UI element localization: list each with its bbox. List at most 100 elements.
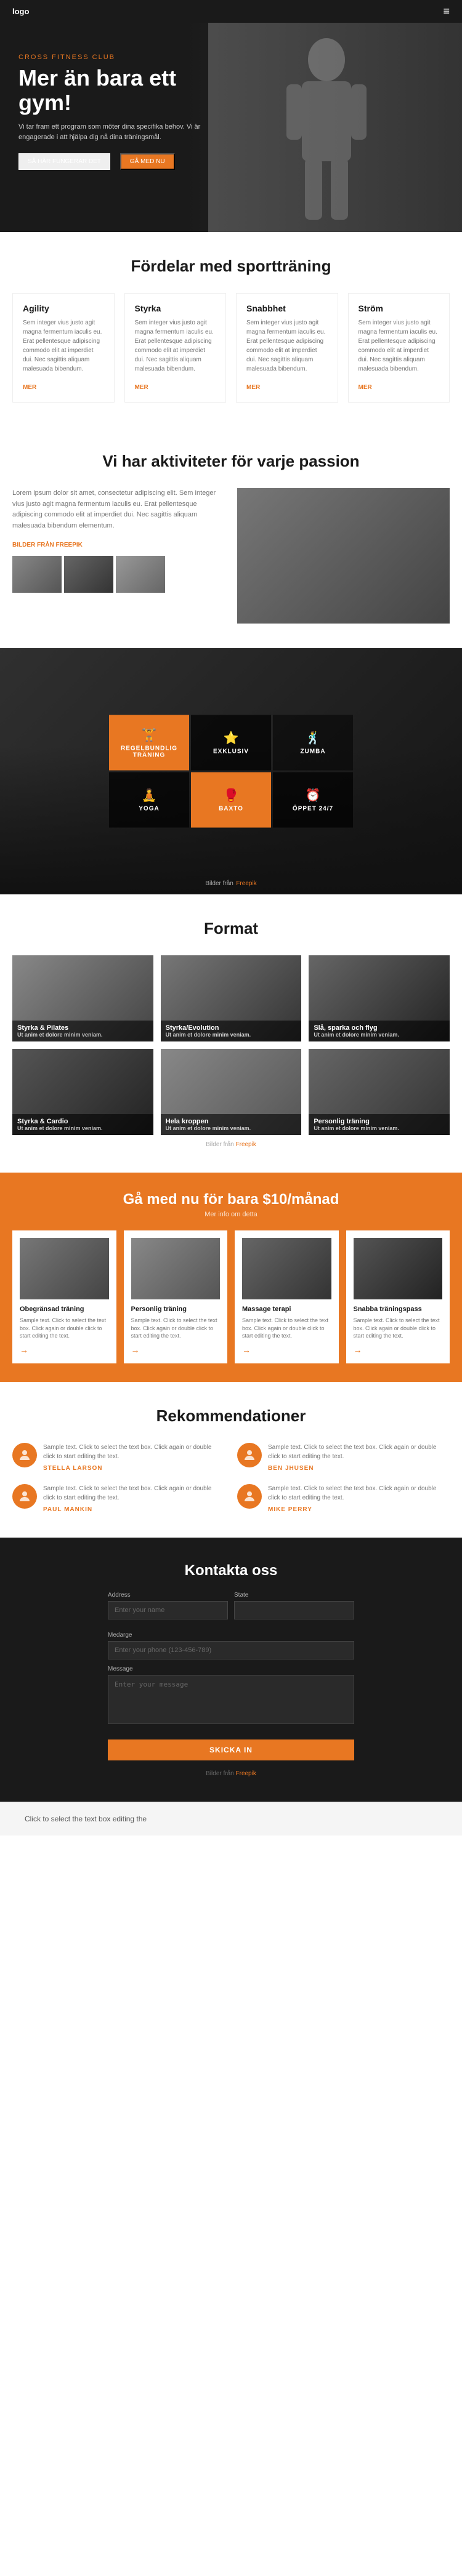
format-label-3: Styrka & Cardio Ut anim et dolore minim … xyxy=(12,1114,153,1135)
rec-item-3: Sample text. Click to select the text bo… xyxy=(237,1484,450,1513)
class-icon-0: 🏋️ xyxy=(142,727,157,742)
activities-section: Vi har aktiviteter för varje passion Lor… xyxy=(0,427,462,648)
format-card-1[interactable]: Styrka/Evolution Ut anim et dolore minim… xyxy=(161,955,302,1041)
nav-logo[interactable]: logo xyxy=(12,7,29,16)
state-label: State xyxy=(234,1592,354,1599)
benefit-link-2[interactable]: MER xyxy=(246,384,260,391)
activity-main-image xyxy=(237,488,450,624)
activities-link[interactable]: Bilder från Freepik xyxy=(12,542,83,548)
join-arrow-2[interactable]: → xyxy=(242,1345,251,1355)
classes-caption-text: Bilder från xyxy=(205,880,233,887)
nav-menu-icon[interactable]: ≡ xyxy=(443,5,450,18)
form-group-state: State xyxy=(234,1592,354,1619)
format-section: Format Styrka & Pilates Ut anim et dolor… xyxy=(0,894,462,1173)
benefits-grid: Agility Sem integer vius justo agit magn… xyxy=(12,293,450,403)
hero-outline-button[interactable]: SÅ HÄR FUNGERAR DET xyxy=(18,153,110,170)
rec-item-2: Sample text. Click to select the text bo… xyxy=(12,1484,225,1513)
benefit-link-0[interactable]: MER xyxy=(23,384,36,391)
address-input[interactable] xyxy=(108,1601,228,1619)
class-card-5[interactable]: ⏰ ÖPPET 24/7 xyxy=(273,772,353,828)
activity-img-2 xyxy=(64,556,113,593)
classes-caption: Bilder från Freepik xyxy=(0,877,462,888)
format-image-1: Styrka/Evolution Ut anim et dolore minim… xyxy=(161,955,302,1041)
format-card-5[interactable]: Personlig träning Ut anim et dolore mini… xyxy=(309,1049,450,1135)
phone-input[interactable] xyxy=(108,1641,354,1659)
format-card-4[interactable]: Hela kroppen Ut anim et dolore minim ven… xyxy=(161,1049,302,1135)
benefit-card-strom: Ström Sem integer vius justo agit magna … xyxy=(348,293,450,403)
recommendations-section: Rekommendationer Sample text. Click to s… xyxy=(0,1382,462,1538)
format-image-0: Styrka & Pilates Ut anim et dolore minim… xyxy=(12,955,153,1041)
class-label-2: ZUMBA xyxy=(300,748,325,755)
navbar: logo ≡ xyxy=(0,0,462,23)
class-icon-2: 🕺 xyxy=(306,731,321,746)
format-title: Format xyxy=(12,919,450,938)
format-image-2: Slå, sparka och flyg Ut anim et dolore m… xyxy=(309,955,450,1041)
join-image-3 xyxy=(354,1238,443,1299)
contact-caption: Bilder från Freepik xyxy=(12,1770,450,1777)
benefit-title-1: Styrka xyxy=(135,303,216,313)
join-arrow-3[interactable]: → xyxy=(354,1345,362,1355)
class-card-1[interactable]: ⭐ EXKLUSIV xyxy=(191,715,271,771)
hero-buttons: SÅ HÄR FUNGERAR DET GÅ MED NU xyxy=(18,153,203,170)
class-card-3[interactable]: 🧘 YOGA xyxy=(109,772,189,828)
state-input[interactable] xyxy=(234,1601,354,1619)
activities-right xyxy=(237,488,450,624)
format-grid: Styrka & Pilates Ut anim et dolore minim… xyxy=(12,955,450,1135)
recommendations-grid: Sample text. Click to select the text bo… xyxy=(12,1443,450,1513)
format-image-3: Styrka & Cardio Ut anim et dolore minim … xyxy=(12,1049,153,1135)
rec-item-0: Sample text. Click to select the text bo… xyxy=(12,1443,225,1472)
format-label-1: Styrka/Evolution Ut anim et dolore minim… xyxy=(161,1021,302,1041)
rec-name-3: MIKE PERRY xyxy=(268,1506,450,1513)
submit-button[interactable]: SKICKA IN xyxy=(108,1739,354,1760)
class-card-2[interactable]: 🕺 ZUMBA xyxy=(273,715,353,771)
class-label-1: EXKLUSIV xyxy=(213,748,249,755)
activities-text: Lorem ipsum dolor sit amet, consectetur … xyxy=(12,488,225,531)
rec-text-2: Sample text. Click to select the text bo… xyxy=(43,1484,225,1503)
contact-caption-link[interactable]: Freepik xyxy=(236,1770,256,1777)
activity-img-3 xyxy=(116,556,165,593)
benefit-link-1[interactable]: MER xyxy=(135,384,148,391)
format-image-5: Personlig träning Ut anim et dolore mini… xyxy=(309,1049,450,1135)
benefit-card-agility: Agility Sem integer vius justo agit magn… xyxy=(12,293,115,403)
rec-text-0: Sample text. Click to select the text bo… xyxy=(43,1443,225,1461)
join-arrow-0[interactable]: → xyxy=(20,1345,28,1355)
format-caption-link[interactable]: Freepik xyxy=(236,1141,256,1148)
join-card-title-2: Massage terapi xyxy=(242,1306,331,1313)
benefit-card-styrka: Styrka Sem integer vius justo agit magna… xyxy=(124,293,227,403)
rec-name-2: PAUL MANKIN xyxy=(43,1506,225,1513)
activity-img-1 xyxy=(12,556,62,593)
activities-images xyxy=(12,556,225,593)
recommendations-title: Rekommendationer xyxy=(12,1406,450,1426)
join-header: Gå med nu för bara $10/månad Mer info om… xyxy=(12,1191,450,1218)
contact-title: Kontakta oss xyxy=(12,1562,450,1579)
format-card-0[interactable]: Styrka & Pilates Ut anim et dolore minim… xyxy=(12,955,153,1041)
benefit-title-2: Snabbhet xyxy=(246,303,328,313)
format-image-4: Hela kroppen Ut anim et dolore minim ven… xyxy=(161,1049,302,1135)
hero-fill-button[interactable]: GÅ MED NU xyxy=(120,153,175,170)
rec-avatar-2 xyxy=(12,1484,37,1509)
contact-form: Address State Medarge Message SKICKA IN xyxy=(108,1592,354,1760)
benefit-text-2: Sem integer vius justo agit magna fermen… xyxy=(246,318,328,374)
message-label: Message xyxy=(108,1666,354,1672)
format-card-2[interactable]: Slå, sparka och flyg Ut anim et dolore m… xyxy=(309,955,450,1041)
class-card-0[interactable]: 🏋️ REGELBUNDLIG TRÄNING xyxy=(109,715,189,771)
contact-caption-text: Bilder från xyxy=(206,1770,234,1777)
benefits-title: Fördelar med sportträning xyxy=(12,257,450,276)
join-card-2: Massage terapi Sample text. Click to sel… xyxy=(235,1230,339,1363)
join-card-0: Obegränsad träning Sample text. Click to… xyxy=(12,1230,116,1363)
message-input[interactable] xyxy=(108,1675,354,1724)
rec-item-1: Sample text. Click to select the text bo… xyxy=(237,1443,450,1472)
join-arrow-1[interactable]: → xyxy=(131,1345,140,1355)
rec-avatar-icon-3 xyxy=(242,1489,257,1504)
hero-person-svg xyxy=(265,29,388,226)
class-label-3: YOGA xyxy=(139,806,159,813)
classes-caption-link[interactable]: Freepik xyxy=(236,880,256,887)
join-card-title-1: Personlig träning xyxy=(131,1306,221,1313)
class-card-4[interactable]: 🥊 BAXTO xyxy=(191,772,271,828)
benefit-text-0: Sem integer vius justo agit magna fermen… xyxy=(23,318,104,374)
join-card-1: Personlig träning Sample text. Click to … xyxy=(124,1230,228,1363)
format-card-3[interactable]: Styrka & Cardio Ut anim et dolore minim … xyxy=(12,1049,153,1135)
join-image-1 xyxy=(131,1238,221,1299)
rec-text-1: Sample text. Click to select the text bo… xyxy=(268,1443,450,1461)
benefit-link-3[interactable]: MER xyxy=(359,384,372,391)
